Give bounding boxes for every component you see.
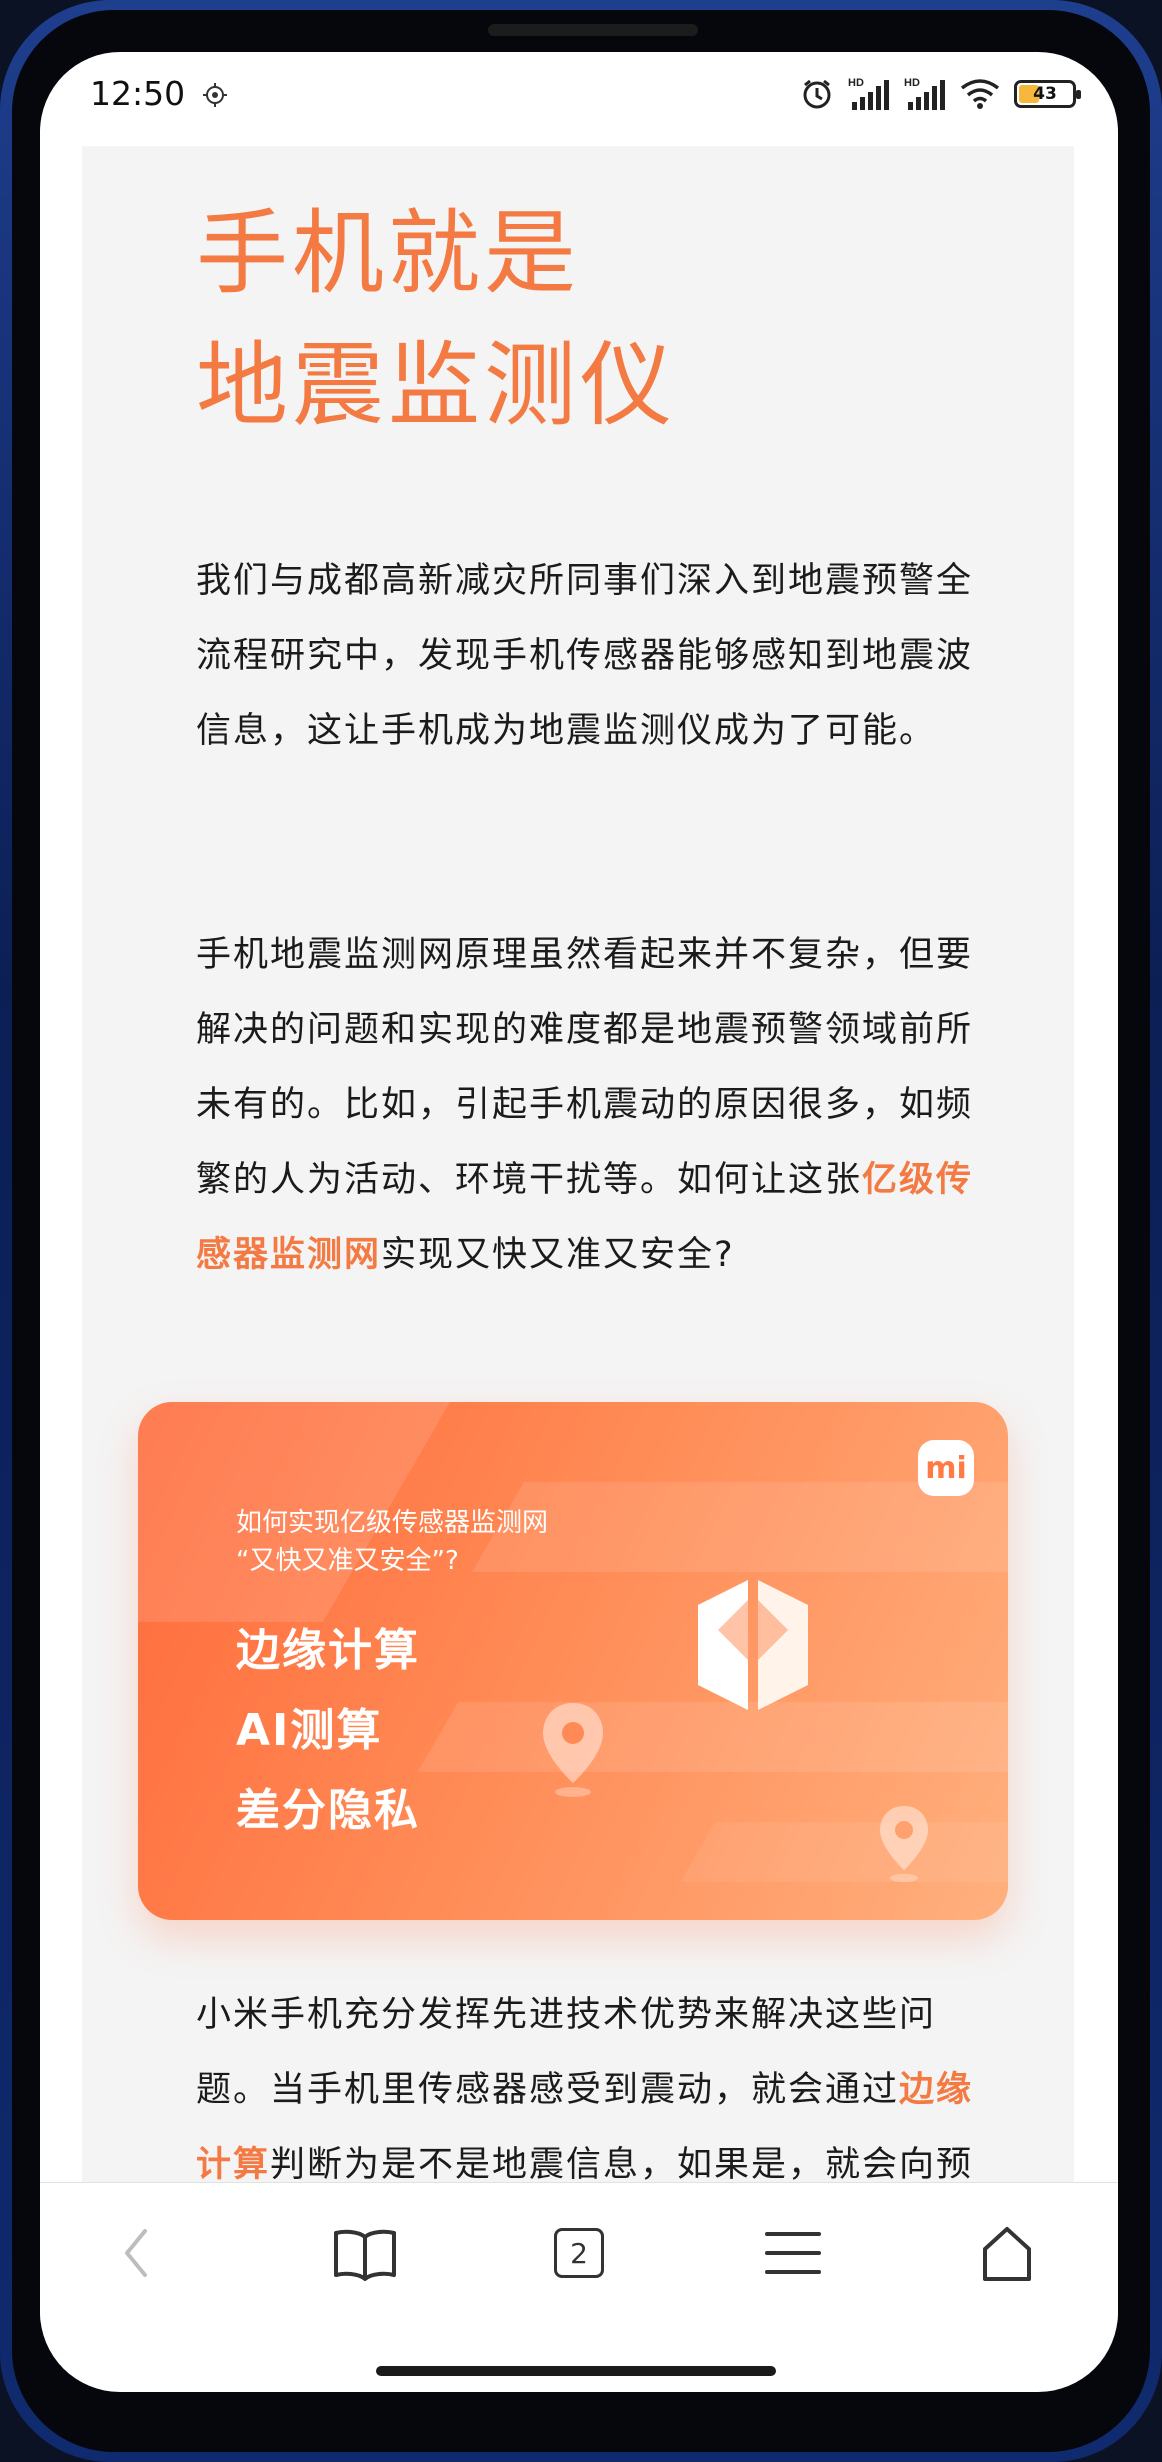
bookmarks-button[interactable] (320, 2213, 410, 2293)
paragraph-2-text-a: 手机地震监测网原理虽然看起来并不复杂，但要解决的问题和实现的难度都是地震预警领域… (196, 935, 974, 1200)
home-button[interactable] (962, 2213, 1052, 2293)
paragraph-3-text-a: 小米手机充分发挥先进技术优势来解决这些问题。当手机里传感器感受到震动，就会通过 (196, 1995, 937, 2110)
paragraph-3-text-b: 判断为是不是地震信息，如果是，就会向预 (270, 2145, 974, 2185)
bookmarks-icon (334, 2229, 396, 2281)
mi-logo: mi (918, 1440, 974, 1496)
paragraph-1: 我们与成都高新减灾所同事们深入到地震预警全流程研究中，发现手机传感器能够感知到地… (196, 561, 974, 751)
menu-button[interactable] (748, 2213, 838, 2293)
back-icon (125, 2229, 147, 2277)
banner-item-edge-computing: 边缘计算 (236, 1625, 420, 1676)
hd-label: HD (904, 77, 920, 89)
browser-bottom-nav: 2 (40, 2182, 1118, 2323)
cube-emblem-icon (698, 1580, 808, 1710)
home-icon (983, 2227, 1031, 2281)
feature-banner: mi 如何实现亿级传感器监测网 “又快又准又安全”? 边缘计算 AI测算 差分隐… (138, 1402, 1008, 1920)
gear-status-icon (203, 83, 227, 107)
banner-subtitle: 如何实现亿级传感器监测网 “又快又准又安全”? (236, 1504, 548, 1580)
status-icons: HD HD 43 (800, 76, 1081, 112)
speaker-grille (488, 24, 698, 36)
tabs-button[interactable]: 2 (534, 2213, 624, 2293)
banner-item-differential-privacy: 差分隐私 (236, 1785, 420, 1836)
alarm-icon (803, 79, 831, 109)
mi-logo-text: mi (925, 1450, 967, 1486)
hd-label: HD (848, 77, 864, 89)
paragraph-2-text-b: 实现又快又准又安全? (381, 1235, 735, 1275)
paragraph-3: 小米手机充分发挥先进技术优势来解决这些问题。当手机里传感器感受到震动，就会通过边… (196, 1978, 976, 2188)
status-bar: 12:50 HD HD 43 (40, 52, 1118, 142)
screen: 12:50 HD HD 43 手机就是 地震监测仪 我们与成都高新减灾所同事们深… (40, 52, 1118, 2392)
wifi-icon (960, 79, 1000, 109)
location-pin-icon (543, 1703, 603, 1797)
location-pin-icon (880, 1806, 928, 1882)
signal-hd-icon: HD (848, 77, 889, 110)
banner-item-ai-calculation: AI测算 (236, 1705, 383, 1756)
tabs-icon: 2 (554, 2228, 604, 2278)
banner-subtitle-line2: “又快又准又安全”? (236, 1546, 459, 1576)
banner-deco-shape (680, 1822, 1008, 1882)
home-indicator[interactable] (376, 2366, 776, 2376)
banner-subtitle-line1: 如何实现亿级传感器监测网 (236, 1508, 549, 1538)
tab-count-label: 2 (570, 2236, 588, 2270)
battery-tip (1076, 90, 1081, 99)
menu-icon (765, 2232, 821, 2274)
battery-indicator: 43 (1014, 80, 1081, 108)
banner-deco-shape (472, 1482, 1008, 1572)
signal-hd-icon: HD (904, 77, 945, 110)
paragraph-2: 手机地震监测网原理虽然看起来并不复杂，但要解决的问题和实现的难度都是地震预警领域… (196, 918, 976, 1293)
article-title: 手机就是 地震监测仪 (196, 200, 677, 439)
article-content[interactable]: 手机就是 地震监测仪 我们与成都高新减灾所同事们深入到地震预警全流程研究中，发现… (82, 146, 1074, 2188)
status-time: 12:50 (90, 74, 186, 113)
battery-percent: 43 (1033, 84, 1057, 104)
back-button[interactable] (92, 2213, 182, 2293)
